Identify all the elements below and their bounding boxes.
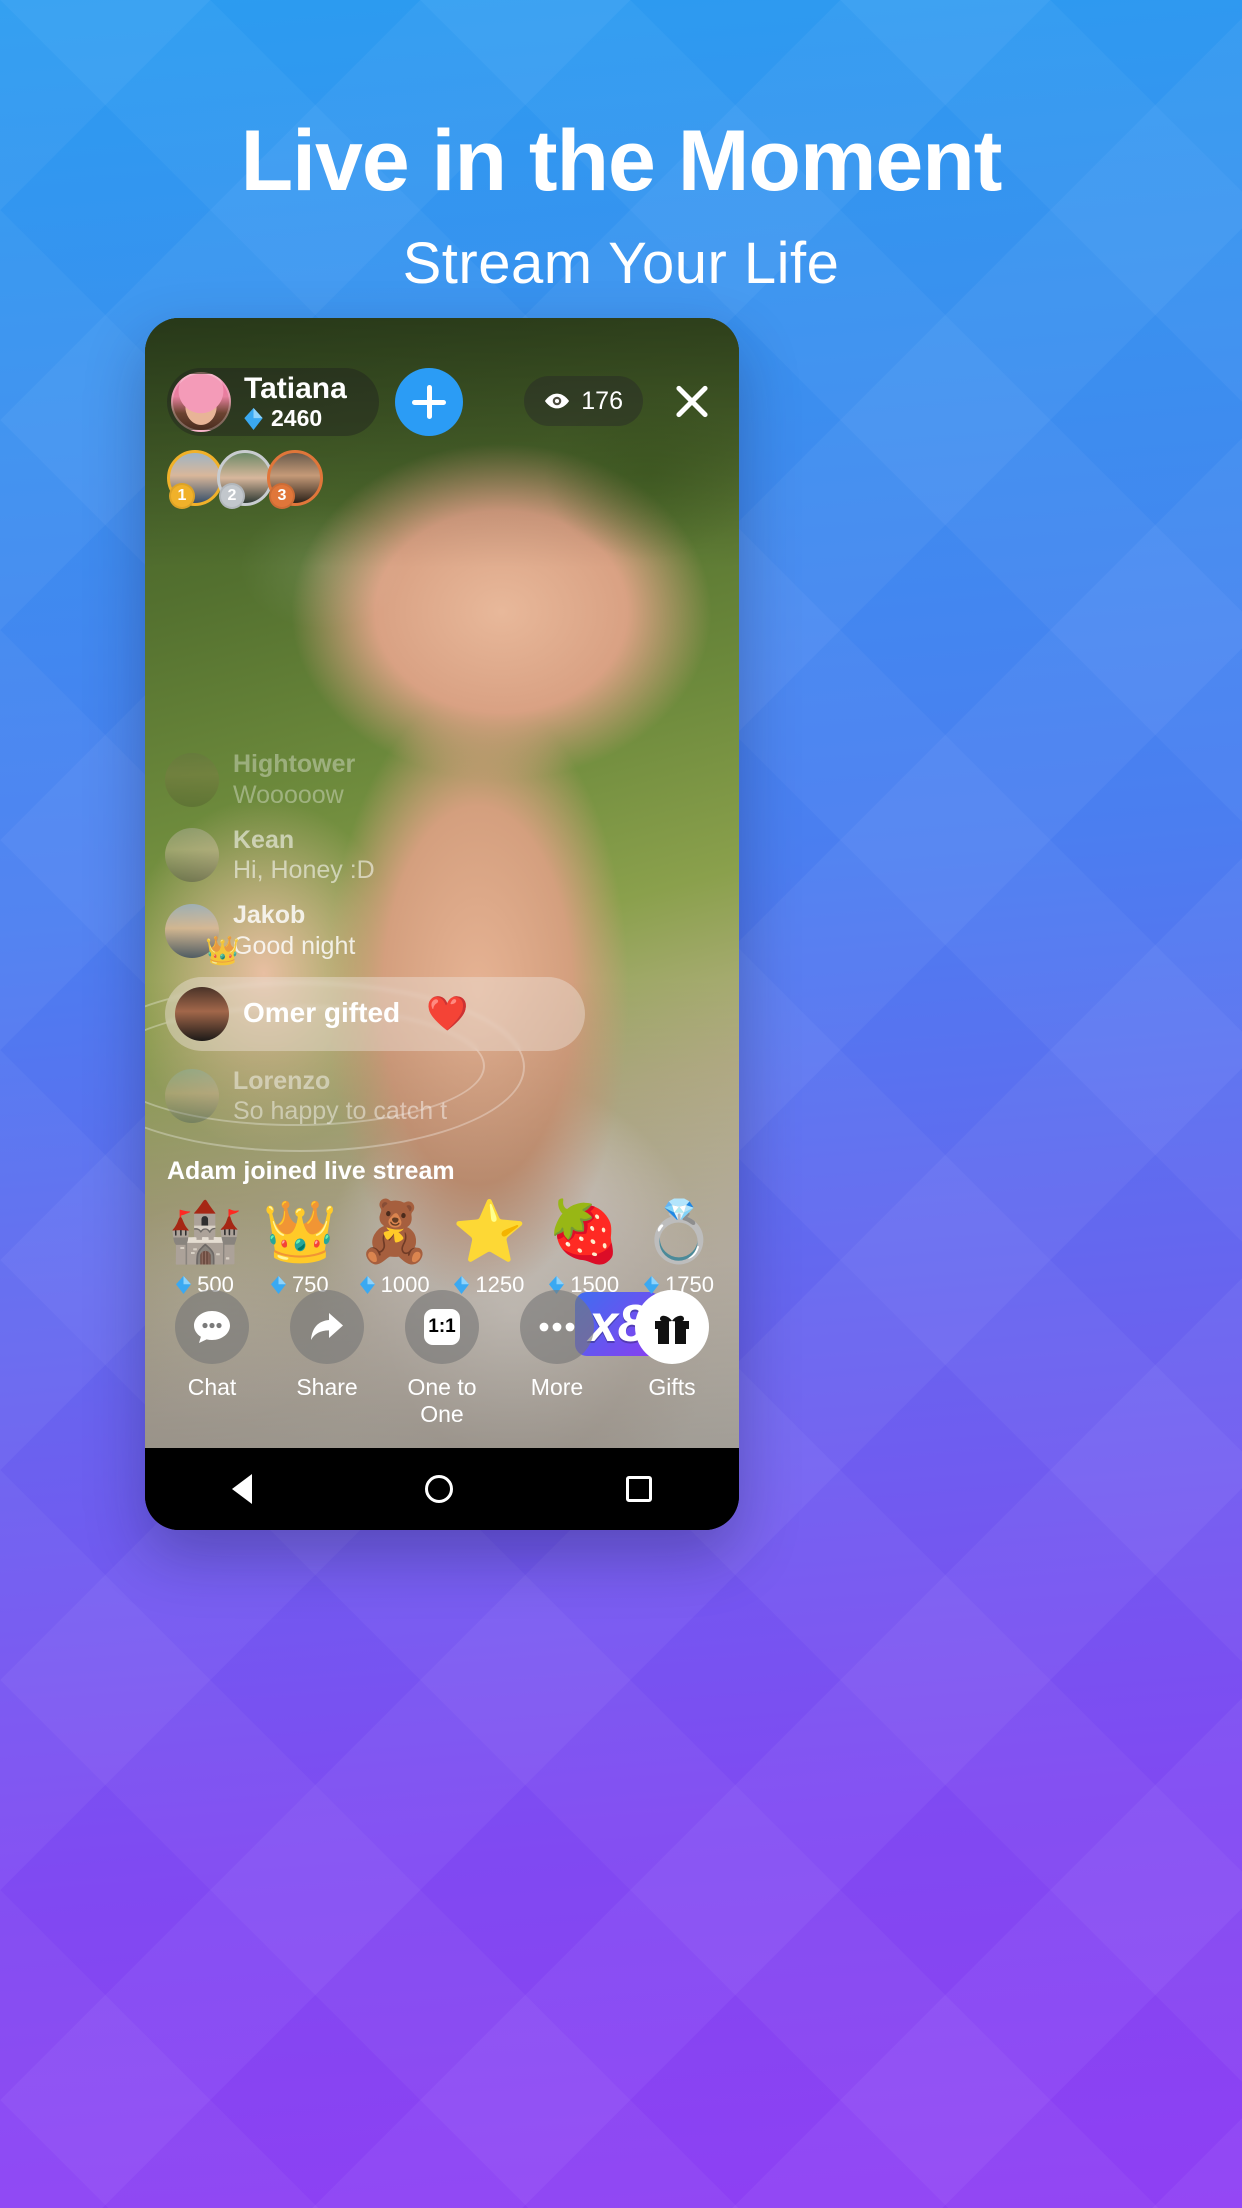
action-label: Gifts — [648, 1374, 696, 1400]
leaderboard-item[interactable]: 3 — [267, 450, 323, 509]
chat-text: Good night — [233, 931, 356, 960]
one-to-one-icon: 1:1 — [405, 1290, 479, 1364]
heart-icon: ❤️ — [426, 994, 469, 1033]
top-scrim — [145, 318, 739, 568]
action-label: Share — [296, 1374, 358, 1400]
gift-notification: Omer gifted ❤️ — [165, 976, 585, 1051]
share-arrow-glyph — [311, 1313, 343, 1340]
more-dots-glyph — [539, 1322, 575, 1332]
strawberry-gift[interactable]: 🍓 1500 — [538, 1194, 630, 1298]
avatar — [165, 752, 219, 807]
one-to-one-button[interactable]: 1:1 One to One — [389, 1290, 495, 1428]
home-circle-icon[interactable] — [424, 1475, 453, 1503]
chat-message: Lorenzo So happy to catch t — [165, 1067, 585, 1127]
castle-icon: 🏰 — [167, 1198, 243, 1265]
rank-badge: 2 — [219, 483, 245, 509]
avatar — [165, 1069, 219, 1124]
chat-text: So happy to catch t — [233, 1097, 448, 1126]
teddy-bear-icon: 🧸 — [357, 1198, 432, 1265]
chat-message: 👑 Jakob Good night — [165, 901, 585, 966]
action-label: Chat — [187, 1374, 237, 1400]
coin-count: 2460 — [271, 405, 323, 431]
action-label: More — [530, 1374, 584, 1400]
phone-mockup: Tatiana 2460 176 1 2 3 Hightower Wooooow… — [145, 318, 739, 1530]
one-to-one-label: 1:1 — [424, 1309, 460, 1345]
diamond-icon — [244, 407, 263, 430]
streamer-profile-pill[interactable]: Tatiana 2460 — [167, 368, 379, 436]
rank-badge: 3 — [269, 483, 295, 509]
leaderboard-item[interactable]: 1 — [167, 450, 223, 509]
streamer-avatar[interactable] — [171, 372, 231, 432]
streamer-name: Tatiana — [244, 372, 347, 405]
avatar — [175, 986, 229, 1041]
chat-username: Jakob — [233, 901, 306, 929]
more-dots-icon — [520, 1290, 594, 1364]
star-gift[interactable]: ⭐ 1250 — [443, 1194, 535, 1298]
recents-square-icon[interactable] — [626, 1476, 653, 1502]
chat-button[interactable]: Chat — [159, 1290, 265, 1428]
page-subtitle: Stream Your Life — [402, 231, 840, 296]
strawberry-icon: 🍓 — [546, 1198, 622, 1265]
crown-gift[interactable]: 👑 750 — [254, 1194, 346, 1298]
top-gifters-leaderboard: 1 2 3 — [167, 450, 323, 509]
gifts-button[interactable]: Gifts — [619, 1290, 725, 1428]
star-icon: ⭐ — [452, 1198, 527, 1265]
chat-text: Hi, Honey :D — [233, 856, 375, 885]
share-button[interactable]: Share — [274, 1290, 380, 1428]
eye-icon — [545, 393, 570, 409]
page-title: Live in the Moment — [240, 113, 1003, 209]
chat-text: Wooooow — [233, 780, 344, 809]
chat-message: Hightower Wooooow — [165, 750, 585, 810]
gift-box-glyph — [655, 1315, 689, 1344]
crown-icon: 👑 — [205, 934, 240, 966]
castle-gift[interactable]: 🏰 500 — [159, 1194, 251, 1298]
back-triangle-icon[interactable] — [231, 1474, 252, 1504]
avatar — [165, 828, 219, 883]
gift-sender-text: Omer gifted — [243, 997, 401, 1029]
android-nav-bar — [145, 1448, 739, 1530]
chat-username: Lorenzo — [233, 1066, 331, 1095]
chat-username: Hightower — [233, 750, 356, 778]
leaderboard-item[interactable]: 2 — [217, 450, 273, 509]
stream-action-bar: Chat Share 1:1 One to One More Gifts — [159, 1290, 725, 1428]
chat-username: Kean — [233, 825, 295, 854]
teddy-gift[interactable]: 🧸 1000 — [349, 1194, 441, 1298]
promo-text-block: Live in the Moment Stream Your Life — [0, 118, 1242, 297]
close-icon[interactable] — [665, 374, 719, 428]
streamer-info: Tatiana 2460 — [244, 374, 347, 430]
gift-shelf: 🏰 500 👑 750 🧸 1000 ⭐ 1250 🍓 1500 💍 1750 — [159, 1194, 725, 1298]
gift-box-icon — [635, 1290, 709, 1364]
system-join-message: Adam joined live stream — [167, 1157, 455, 1185]
rank-badge: 1 — [169, 483, 195, 509]
streamer-coins: 2460 — [244, 407, 347, 430]
chat-bubble-glyph — [194, 1311, 230, 1343]
stream-top-bar: Tatiana 2460 176 — [167, 368, 719, 436]
ring-gift[interactable]: 💍 1750 — [633, 1194, 725, 1298]
viewer-count: 176 — [581, 386, 623, 415]
app-screen: Tatiana 2460 176 1 2 3 Hightower Wooooow… — [145, 318, 739, 1448]
chat-message: Kean Hi, Honey :D — [165, 826, 585, 886]
chat-feed[interactable]: Hightower Wooooow Kean Hi, Honey :D 👑 Ja… — [145, 750, 585, 1152]
ring-icon: 💍 — [641, 1198, 717, 1265]
crown-icon: 👑 — [262, 1198, 338, 1265]
more-button[interactable]: More — [504, 1290, 610, 1428]
viewer-count-badge[interactable]: 176 — [524, 376, 643, 426]
chat-bubble-icon — [175, 1290, 249, 1364]
share-arrow-icon — [290, 1290, 364, 1364]
action-label: One to One — [407, 1374, 477, 1427]
follow-button[interactable] — [395, 368, 463, 436]
